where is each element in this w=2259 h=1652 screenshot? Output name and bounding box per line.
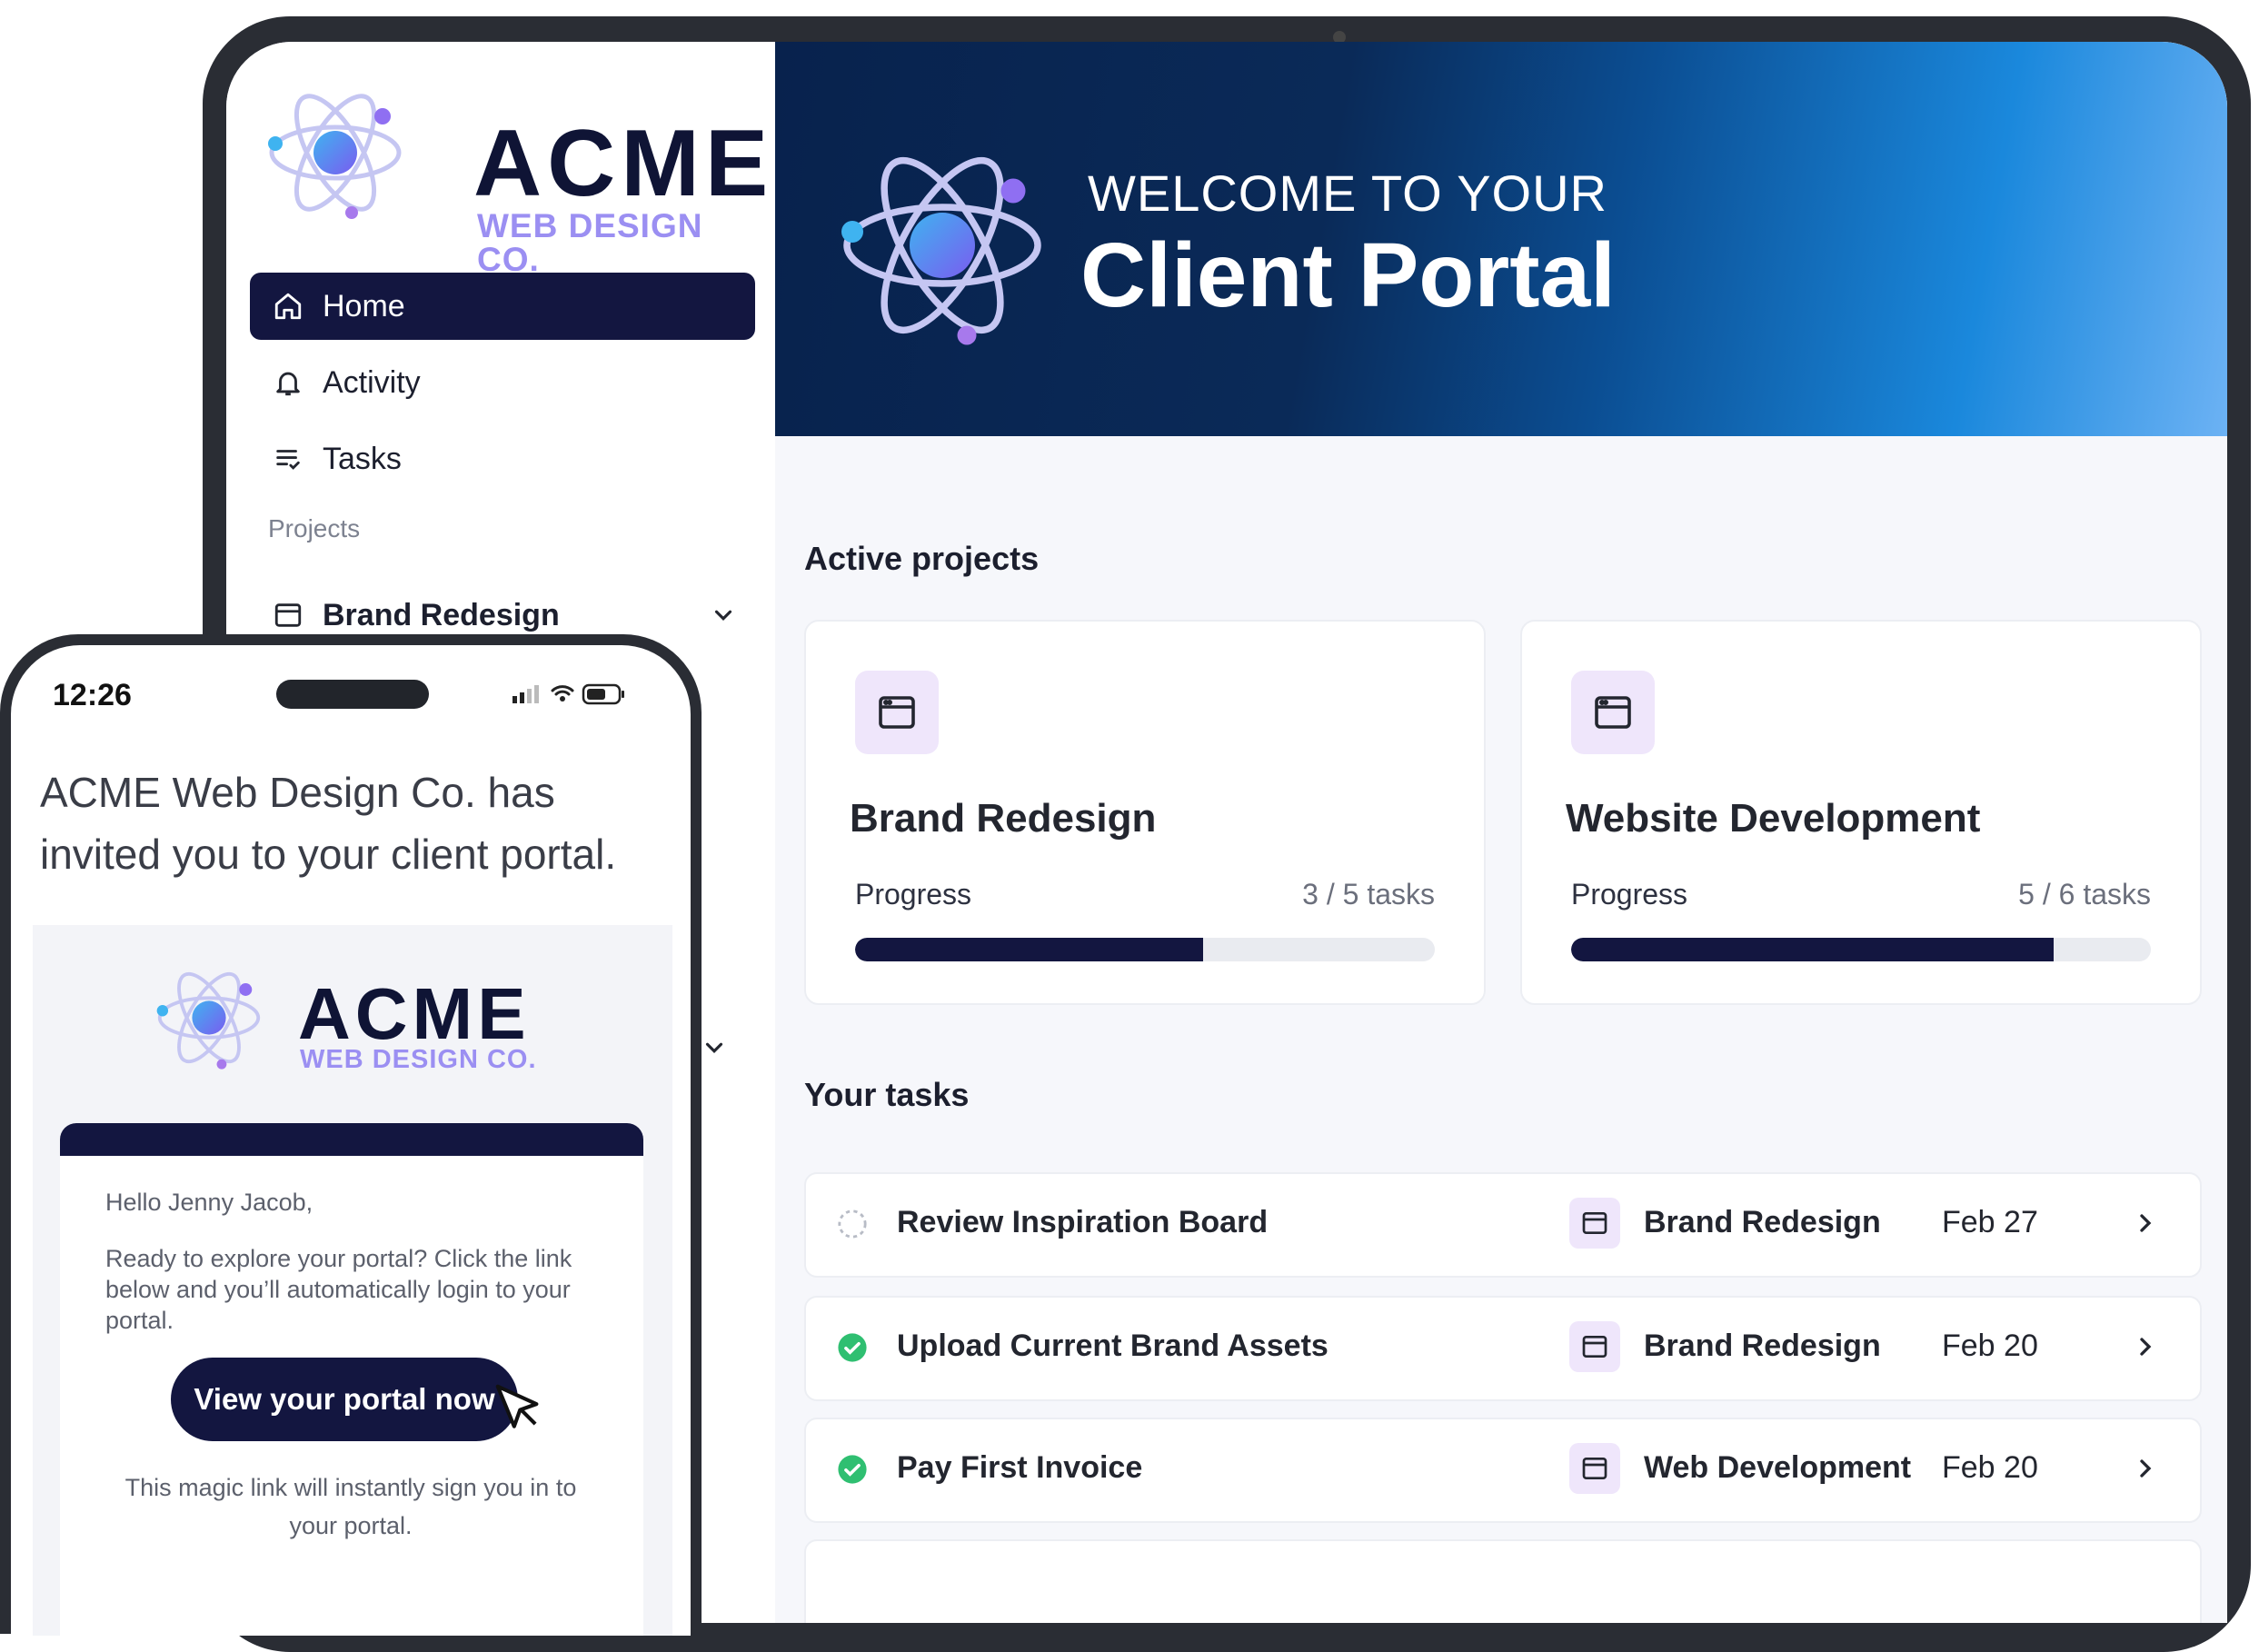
progress-label: Progress <box>1571 878 1688 911</box>
task-row[interactable]: Pay First Invoice Web Development Feb 20 <box>804 1418 2202 1523</box>
signal-wifi-battery-icons <box>513 683 624 705</box>
chevron-right-icon <box>2140 1459 2152 1478</box>
sidebar-item-label: Home <box>323 288 405 323</box>
chevron-down-icon[interactable] <box>710 602 737 629</box>
task-row[interactable]: Review Inspiration Board Brand Redesign … <box>804 1172 2202 1278</box>
pointer-cursor-icon <box>495 1384 539 1428</box>
hero-kicker: WELCOME TO YOUR <box>1088 164 1607 222</box>
browser-window-icon <box>1569 1321 1620 1372</box>
active-projects-heading: Active projects <box>804 540 1040 577</box>
check-circle-icon <box>838 1455 867 1484</box>
email-card-header-bar <box>60 1123 643 1156</box>
browser-window-icon <box>1569 1198 1620 1249</box>
sidebar-item-home[interactable]: Home <box>250 273 755 340</box>
magic-link-note: This magic link will instantly sign you … <box>124 1474 577 1539</box>
dynamic-island <box>276 680 429 709</box>
brand-name: ACME <box>473 111 774 216</box>
progress-label: Progress <box>855 878 972 911</box>
sidebar-item-activity[interactable]: Activity <box>250 349 755 416</box>
tasks-icon <box>270 441 306 477</box>
bell-icon <box>270 364 306 401</box>
project-name: Website Development <box>1566 796 1981 841</box>
project-card[interactable]: Brand Redesign Progress 3 / 5 tasks <box>804 620 1486 1005</box>
atom-logo-icon <box>268 94 402 219</box>
browser-window-icon <box>855 671 939 754</box>
task-project: Web Development <box>1644 1450 1912 1485</box>
task-project: Brand Redesign <box>1644 1329 1881 1363</box>
status-icons <box>502 678 647 713</box>
sidebar-item-label: Activity <box>323 364 421 400</box>
check-circle-icon <box>838 1333 867 1362</box>
main-content: WELCOME TO YOUR Client Portal Active pro… <box>775 42 2227 1623</box>
chevron-down-icon[interactable] <box>701 1034 728 1061</box>
browser-window-icon <box>1571 671 1655 754</box>
email-brand-subtitle: WEB DESIGN CO. <box>300 1045 537 1074</box>
your-tasks-heading: Your tasks <box>804 1076 970 1113</box>
atom-logo-icon <box>156 971 261 1070</box>
sidebar-item-label: Brand Redesign <box>323 597 560 632</box>
task-row[interactable] <box>804 1539 2202 1623</box>
brand-subtitle: WEB DESIGN CO. <box>477 207 703 278</box>
view-portal-button[interactable]: View your portal now <box>171 1358 518 1441</box>
project-name: Brand Redesign <box>850 796 1157 841</box>
task-name: Pay First Invoice <box>897 1450 1143 1485</box>
progress-count: 3 / 5 tasks <box>1302 878 1435 911</box>
chevron-right-icon <box>2140 1214 2152 1232</box>
project-card[interactable]: Website Development Progress 5 / 6 tasks <box>1520 620 2202 1005</box>
progress-count: 5 / 6 tasks <box>2018 878 2151 911</box>
email-greeting: Hello Jenny Jacob, <box>105 1189 313 1216</box>
email-body: Ready to explore your portal? Click the … <box>105 1245 572 1334</box>
email-preview: ACME WEB DESIGN CO. Hello Jenny Jacob, R… <box>33 925 672 1636</box>
email-brand-name: ACME <box>298 973 531 1054</box>
progress-bar <box>1571 938 2151 961</box>
email-brand-logo: ACME WEB DESIGN CO. <box>153 961 571 1089</box>
progress-fill <box>1571 938 2055 961</box>
task-due-date: Feb 20 <box>1942 1450 2038 1485</box>
atom-logo-icon <box>841 156 1041 345</box>
home-icon <box>270 288 306 324</box>
phone-screen: 12:26 ACME Web Design Co. has invited yo… <box>11 645 691 1636</box>
progress-bar <box>855 938 1435 961</box>
task-row[interactable]: Upload Current Brand Assets Brand Redesi… <box>804 1296 2202 1401</box>
pending-status-icon <box>838 1209 867 1239</box>
task-due-date: Feb 20 <box>1942 1329 2038 1363</box>
hero-title: Client Portal <box>1080 224 1616 326</box>
sidebar-item-label: Tasks <box>323 441 402 476</box>
chevron-right-icon <box>2140 1338 2152 1356</box>
progress-fill <box>855 938 1203 961</box>
brand-logo: ACME WEB DESIGN CO. <box>263 80 768 276</box>
task-name: Upload Current Brand Assets <box>897 1329 1329 1363</box>
hero-banner: WELCOME TO YOUR Client Portal <box>775 42 2227 436</box>
task-project: Brand Redesign <box>1644 1205 1881 1239</box>
invite-message: ACME Web Design Co. has invited you to y… <box>40 769 617 878</box>
status-time: 12:26 <box>53 678 132 712</box>
email-card: Hello Jenny Jacob, Ready to explore your… <box>60 1123 643 1636</box>
browser-window-icon <box>270 597 306 633</box>
sidebar-item-tasks[interactable]: Tasks <box>250 425 755 493</box>
task-due-date: Feb 27 <box>1942 1205 2038 1239</box>
projects-section-label: Projects <box>268 514 361 542</box>
phone-device: 12:26 ACME Web Design Co. has invited yo… <box>0 634 702 1636</box>
task-name: Review Inspiration Board <box>897 1205 1269 1239</box>
browser-window-icon <box>1569 1443 1620 1494</box>
